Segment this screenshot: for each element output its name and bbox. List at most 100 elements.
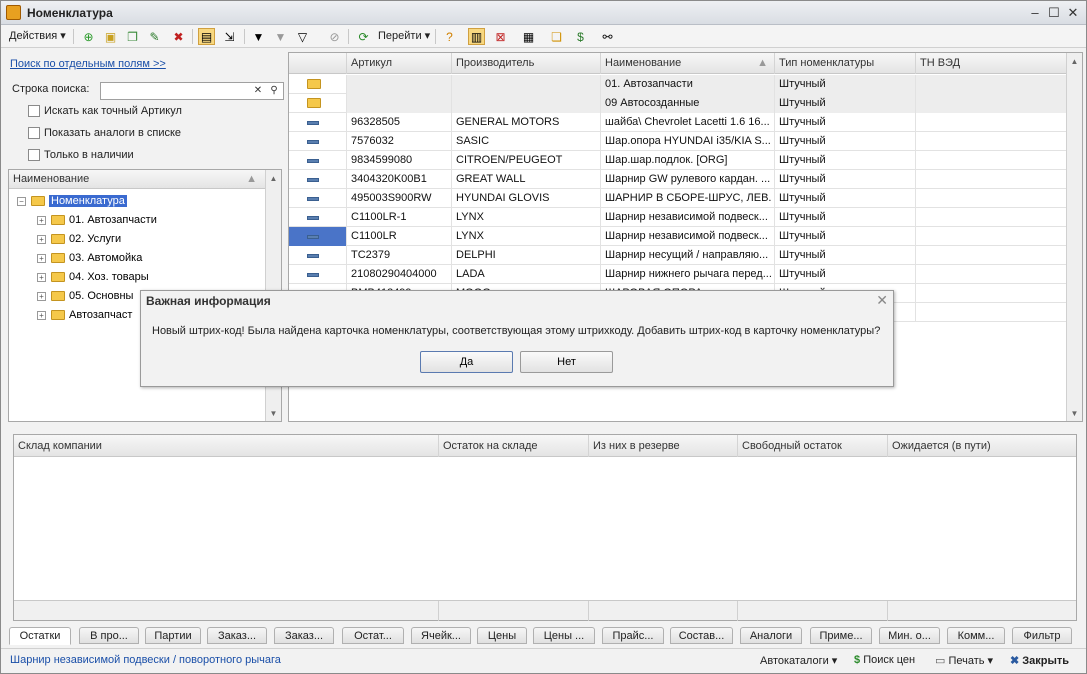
column-header-type[interactable]: Тип номенклатуры [775, 53, 916, 74]
table-scrollbar[interactable]: ▲ ▼ [1066, 53, 1082, 421]
cell-name[interactable]: 01. Автозапчасти [601, 75, 775, 94]
tab-item[interactable]: Заказ... [274, 627, 334, 644]
tab-item[interactable]: В про... [79, 627, 139, 644]
edit-icon[interactable]: ✎ [146, 28, 163, 45]
row-marker[interactable] [289, 189, 347, 208]
scroll-up-icon[interactable]: ▲ [266, 174, 281, 183]
close-icon[interactable]: ✕ [876, 292, 888, 309]
expand-icon[interactable]: + [37, 215, 46, 225]
cell-article[interactable]: 7576032 [347, 132, 452, 151]
marker-column-header[interactable] [289, 53, 347, 74]
expand-icon[interactable]: + [37, 272, 46, 282]
row-marker[interactable] [289, 208, 347, 227]
table-row[interactable]: 3404320K00B1 GREAT WALL Шарнир GW рулевого… [289, 170, 1068, 189]
cell-manufacturer[interactable]: CITROEN/PEUGEOT [452, 151, 601, 170]
cell-article[interactable]: C1100LR-1 [347, 208, 452, 227]
row-marker[interactable] [289, 132, 347, 151]
table-row[interactable]: C1100LR LYNX Шарнир независимой подвеск...… [289, 227, 1068, 246]
stock-table[interactable]: Склад компании Остаток на складе Из них … [13, 434, 1077, 621]
cell-type[interactable]: Штучный [775, 170, 916, 189]
cell-type[interactable]: Штучный [775, 94, 916, 113]
table-row[interactable]: 09 Автосозданные Штучный [289, 94, 1068, 113]
cell-manufacturer[interactable] [452, 75, 601, 94]
cell-name[interactable]: Шарнир GW рулевого кардан. ... [601, 170, 775, 189]
table-row[interactable]: 01. Автозапчасти Штучный [289, 75, 1068, 94]
tab-item[interactable]: Состав... [670, 627, 733, 644]
table-row[interactable]: 96328505 GENERAL MOTORS шайба\ Chevrolet L… [289, 113, 1068, 132]
expand-icon[interactable]: + [37, 310, 46, 320]
scroll-up-icon[interactable]: ▲ [1067, 57, 1082, 66]
cell-manufacturer[interactable]: SASIC [452, 132, 601, 151]
price-search-button[interactable]: $ Поиск цен [854, 654, 915, 666]
cell-name[interactable]: Шарнир независимой подвеск... [601, 227, 775, 246]
cell-tnved[interactable] [916, 75, 1068, 94]
tab-item[interactable]: Цены ... [533, 627, 595, 644]
table-row[interactable]: 21080290404000 LADA Шарнир нижнего рычага … [289, 265, 1068, 284]
cell-name[interactable]: Шар.опора HYUNDAI i35/KIA S... [601, 132, 775, 151]
cell-manufacturer[interactable]: DELPHI [452, 246, 601, 265]
tab-item[interactable]: Комм... [947, 627, 1005, 644]
clear-search-icon[interactable]: ✕ [251, 84, 265, 98]
table-row[interactable]: 495003S900RW HYUNDAI GLOVIS ШАРНИР В СБОРЕ… [289, 189, 1068, 208]
yes-button[interactable]: Да [420, 351, 513, 373]
row-marker[interactable] [289, 113, 347, 132]
cell-name[interactable]: Шар.шар.подлок. [ORG] [601, 151, 775, 170]
column-header-free[interactable]: Свободный остаток [738, 435, 888, 457]
cell-tnved[interactable] [916, 189, 1068, 208]
tab-item[interactable]: Остат... [342, 627, 404, 644]
tree-item[interactable]: +05. Основны [37, 287, 133, 305]
print-button[interactable]: ▭ Печать ▾ [935, 654, 993, 667]
tab-item[interactable]: Прайс... [602, 627, 664, 644]
columns-icon[interactable]: ▦ [520, 28, 537, 45]
clear-filter-icon[interactable]: ⊘ [326, 28, 343, 45]
tab-item[interactable]: Остатки [9, 627, 71, 645]
cell-tnved[interactable] [916, 227, 1068, 246]
cell-tnved[interactable] [916, 94, 1068, 113]
cell-name[interactable]: Шарнир несущий / направляю... [601, 246, 775, 265]
cell-name[interactable]: Шарнир нижнего рычага перед... [601, 265, 775, 284]
cell-article[interactable]: 9834599080 [347, 151, 452, 170]
expand-icon[interactable]: + [37, 253, 46, 263]
cell-article[interactable]: 495003S900RW [347, 189, 452, 208]
cell-tnved[interactable] [916, 170, 1068, 189]
column-header-name[interactable]: Наименование ▲ [601, 53, 775, 74]
cell-manufacturer[interactable]: LYNX [452, 227, 601, 246]
cell-tnved[interactable] [916, 265, 1068, 284]
scroll-down-icon[interactable]: ▼ [266, 409, 281, 418]
show-analogs-checkbox[interactable] [28, 127, 40, 139]
cell-article[interactable]: C1100LR [347, 227, 452, 246]
column-header-article[interactable]: Артикул [347, 53, 452, 74]
tree-item[interactable]: + Автозапчаст [37, 306, 132, 324]
minimize-icon[interactable]: ‒ [1027, 5, 1043, 21]
cell-article[interactable]: 96328505 [347, 113, 452, 132]
move-folder-icon[interactable]: ⇲ [221, 28, 238, 45]
tab-item[interactable]: Приме... [810, 627, 872, 644]
table-row[interactable]: C1100LR-1 LYNX Шарнир независимой подвеск.… [289, 208, 1068, 227]
no-button[interactable]: Нет [520, 351, 613, 373]
column-header-expected[interactable]: Ожидается (в пути) [888, 435, 1076, 457]
row-marker[interactable] [289, 227, 347, 246]
tree-header[interactable]: Наименование ▲ [9, 170, 281, 189]
field-search-link[interactable]: Поиск по отдельным полям >> [10, 58, 166, 70]
cell-manufacturer[interactable] [452, 94, 601, 113]
cell-type[interactable]: Штучный [775, 151, 916, 170]
table-row[interactable]: 7576032 SASIC Шар.опора HYUNDAI i35/KIA S.… [289, 132, 1068, 151]
barcode-icon[interactable]: ⊠ [492, 28, 509, 45]
cell-tnved[interactable] [916, 303, 1068, 322]
cell-article[interactable]: 21080290404000 [347, 265, 452, 284]
expand-icon[interactable]: + [37, 234, 46, 244]
row-marker[interactable] [289, 265, 347, 284]
tab-item[interactable]: Цены [477, 627, 527, 644]
cell-name[interactable]: Шарнир независимой подвеск... [601, 208, 775, 227]
expand-icon[interactable]: + [37, 291, 46, 301]
add-folder-icon[interactable]: ▣ [102, 28, 119, 45]
cell-name[interactable]: 09 Автосозданные [601, 94, 775, 113]
hierarchy-icon[interactable]: ▤ [198, 28, 215, 45]
cell-type[interactable]: Штучный [775, 227, 916, 246]
binoculars-icon[interactable]: ⚯ [599, 28, 616, 45]
filter-list-icon[interactable]: ▽ [294, 28, 311, 45]
column-header-manufacturer[interactable]: Производитель [452, 53, 601, 74]
tab-item[interactable]: Заказ... [207, 627, 267, 644]
table-row[interactable]: TC2379 DELPHI Шарнир несущий / направляю..… [289, 246, 1068, 265]
cell-manufacturer[interactable]: LYNX [452, 208, 601, 227]
